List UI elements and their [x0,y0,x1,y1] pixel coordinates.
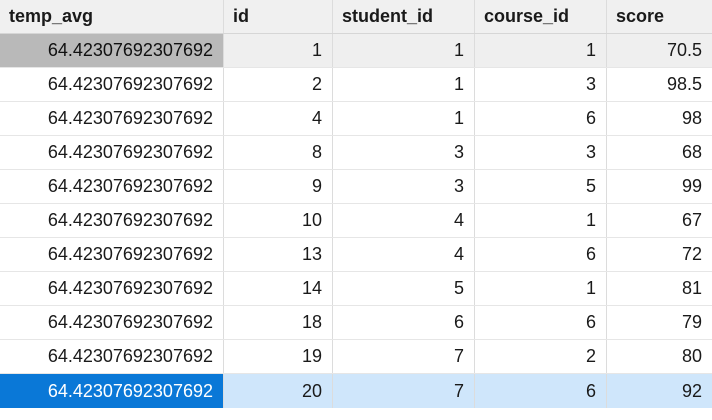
grid-header: temp_avg id student_id course_id score [0,0,712,34]
cell-temp-avg[interactable]: 64.42307692307692 [0,34,224,67]
cell-temp-avg[interactable]: 64.42307692307692 [0,306,224,339]
cell-id[interactable]: 10 [224,204,333,237]
cell-temp-avg[interactable]: 64.42307692307692 [0,340,224,373]
cell-student-id[interactable]: 6 [333,306,475,339]
cell-course-id[interactable]: 6 [475,238,607,271]
cell-score[interactable]: 99 [607,170,712,203]
cell-temp-avg[interactable]: 64.42307692307692 [0,272,224,305]
column-header-score[interactable]: score [607,0,712,33]
cell-temp-avg[interactable]: 64.42307692307692 [0,238,224,271]
column-header-course-id[interactable]: course_id [475,0,607,33]
table-row[interactable]: 64.42307692307692 8 3 3 68 [0,136,712,170]
table-row[interactable]: 64.42307692307692 14 5 1 81 [0,272,712,306]
cell-course-id[interactable]: 2 [475,340,607,373]
cell-course-id[interactable]: 6 [475,374,607,408]
cell-course-id[interactable]: 6 [475,306,607,339]
cell-score[interactable]: 98 [607,102,712,135]
cell-course-id[interactable]: 3 [475,136,607,169]
cell-student-id[interactable]: 4 [333,204,475,237]
table-row[interactable]: 64.42307692307692 4 1 6 98 [0,102,712,136]
cell-score[interactable]: 92 [607,374,712,408]
cell-student-id[interactable]: 3 [333,170,475,203]
cell-id[interactable]: 18 [224,306,333,339]
cell-temp-avg[interactable]: 64.42307692307692 [0,68,224,101]
cell-id[interactable]: 9 [224,170,333,203]
cell-course-id[interactable]: 1 [475,204,607,237]
cell-student-id[interactable]: 1 [333,102,475,135]
cell-temp-avg[interactable]: 64.42307692307692 [0,170,224,203]
table-row-selected[interactable]: 64.42307692307692 20 7 6 92 [0,374,712,408]
cell-student-id[interactable]: 1 [333,68,475,101]
cell-id[interactable]: 14 [224,272,333,305]
cell-course-id[interactable]: 1 [475,272,607,305]
table-row[interactable]: 64.42307692307692 1 1 1 70.5 [0,34,712,68]
column-header-temp-avg[interactable]: temp_avg [0,0,224,33]
table-row[interactable]: 64.42307692307692 18 6 6 79 [0,306,712,340]
cell-id[interactable]: 1 [224,34,333,67]
cell-temp-avg[interactable]: 64.42307692307692 [0,204,224,237]
table-row[interactable]: 64.42307692307692 2 1 3 98.5 [0,68,712,102]
cell-temp-avg[interactable]: 64.42307692307692 [0,136,224,169]
cell-id[interactable]: 20 [224,374,333,408]
cell-score[interactable]: 70.5 [607,34,712,67]
cell-score[interactable]: 81 [607,272,712,305]
cell-id[interactable]: 2 [224,68,333,101]
column-header-student-id[interactable]: student_id [333,0,475,33]
cell-course-id[interactable]: 3 [475,68,607,101]
cell-temp-avg[interactable]: 64.42307692307692 [0,102,224,135]
cell-id[interactable]: 8 [224,136,333,169]
cell-student-id[interactable]: 1 [333,34,475,67]
cell-temp-avg[interactable]: 64.42307692307692 [0,374,224,408]
cell-student-id[interactable]: 5 [333,272,475,305]
result-grid: temp_avg id student_id course_id score 6… [0,0,712,420]
cell-id[interactable]: 13 [224,238,333,271]
cell-score[interactable]: 67 [607,204,712,237]
table-row[interactable]: 64.42307692307692 13 4 6 72 [0,238,712,272]
cell-id[interactable]: 19 [224,340,333,373]
cell-student-id[interactable]: 4 [333,238,475,271]
cell-score[interactable]: 98.5 [607,68,712,101]
cell-score[interactable]: 79 [607,306,712,339]
cell-student-id[interactable]: 7 [333,374,475,408]
cell-score[interactable]: 72 [607,238,712,271]
cell-course-id[interactable]: 6 [475,102,607,135]
table-row[interactable]: 64.42307692307692 19 7 2 80 [0,340,712,374]
table-row[interactable]: 64.42307692307692 10 4 1 67 [0,204,712,238]
column-header-id[interactable]: id [224,0,333,33]
cell-score[interactable]: 68 [607,136,712,169]
cell-course-id[interactable]: 5 [475,170,607,203]
cell-score[interactable]: 80 [607,340,712,373]
cell-course-id[interactable]: 1 [475,34,607,67]
cell-student-id[interactable]: 7 [333,340,475,373]
cell-id[interactable]: 4 [224,102,333,135]
table-row[interactable]: 64.42307692307692 9 3 5 99 [0,170,712,204]
cell-student-id[interactable]: 3 [333,136,475,169]
